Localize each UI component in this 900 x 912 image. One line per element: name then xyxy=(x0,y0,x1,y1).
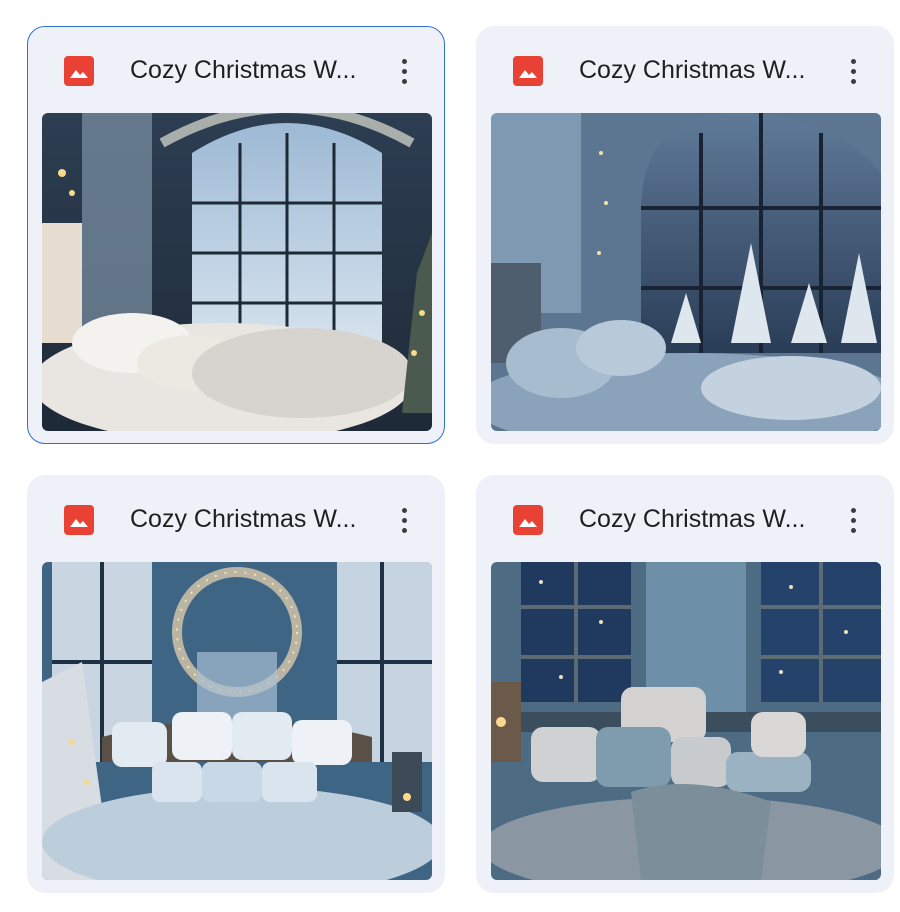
more-vert-icon-dot xyxy=(401,527,407,533)
file-title: Cozy Christmas W... xyxy=(130,56,357,84)
more-vert-icon-dot xyxy=(401,68,407,74)
more-vert-icon-dot xyxy=(850,517,856,523)
more-vert-icon-dot xyxy=(850,68,856,74)
more-options-button[interactable] xyxy=(835,51,871,91)
more-vert-icon xyxy=(850,58,856,64)
file-thumbnail[interactable] xyxy=(42,113,432,431)
image-file-icon xyxy=(64,505,94,535)
file-card[interactable]: Cozy Christmas W... xyxy=(27,475,445,893)
more-vert-icon-dot xyxy=(401,517,407,523)
image-file-icon xyxy=(513,56,543,86)
file-title: Cozy Christmas W... xyxy=(579,56,806,84)
file-title: Cozy Christmas W... xyxy=(579,505,806,533)
file-thumbnail[interactable] xyxy=(42,562,432,880)
more-options-button[interactable] xyxy=(386,51,422,91)
more-vert-icon-dot xyxy=(850,527,856,533)
file-card-header: Cozy Christmas W... xyxy=(477,476,893,562)
file-card-header: Cozy Christmas W... xyxy=(28,27,444,113)
more-options-button[interactable] xyxy=(386,500,422,540)
file-grid: Cozy Christmas W... Cozy Christmas W... … xyxy=(0,0,900,912)
file-card[interactable]: Cozy Christmas W... xyxy=(476,475,894,893)
file-thumbnail[interactable] xyxy=(491,562,881,880)
image-file-icon xyxy=(64,56,94,86)
more-vert-icon xyxy=(401,507,407,513)
file-title: Cozy Christmas W... xyxy=(130,505,357,533)
more-vert-icon-dot xyxy=(850,78,856,84)
file-card-header: Cozy Christmas W... xyxy=(28,476,444,562)
file-thumbnail[interactable] xyxy=(491,113,881,431)
file-card[interactable]: Cozy Christmas W... xyxy=(27,26,445,444)
more-options-button[interactable] xyxy=(835,500,871,540)
more-vert-icon xyxy=(850,507,856,513)
more-vert-icon-dot xyxy=(401,78,407,84)
image-file-icon xyxy=(513,505,543,535)
file-card[interactable]: Cozy Christmas W... xyxy=(476,26,894,444)
more-vert-icon xyxy=(401,58,407,64)
file-card-header: Cozy Christmas W... xyxy=(477,27,893,113)
